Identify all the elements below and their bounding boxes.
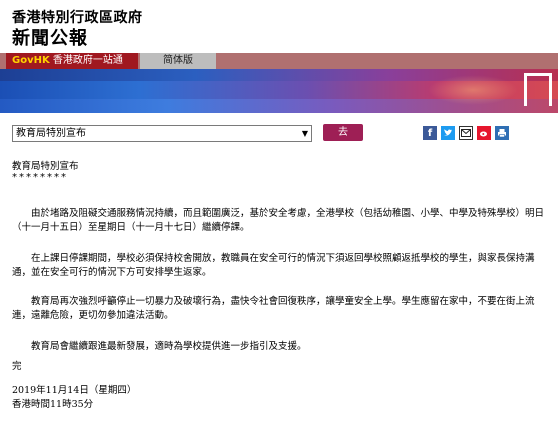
category-select[interactable]: 教育局特別宣布 ▼ xyxy=(12,125,312,142)
category-select-value: 教育局特別宣布 xyxy=(16,128,86,139)
go-button[interactable]: 去 xyxy=(323,124,363,141)
govhk-logo-text: GovHK xyxy=(12,55,50,66)
article-paragraph: 教育局會繼續跟進最新發展，適時為學校提供進一步指引及支援。 xyxy=(31,340,307,352)
weibo-icon[interactable] xyxy=(477,126,491,140)
print-icon[interactable] xyxy=(495,126,509,140)
share-icons: f xyxy=(423,126,509,140)
banner-glow xyxy=(428,75,518,105)
site-title[interactable]: 新聞公報 xyxy=(12,24,88,50)
end-mark: 完 xyxy=(12,361,22,372)
release-time: 香港時間11時35分 xyxy=(12,399,94,410)
title-separator: ******** xyxy=(12,172,68,183)
article-paragraph: 在上課日停課期間，學校必須保持校舍開放，教職員在安全可行的情況下須返回學校照顧返… xyxy=(12,252,535,278)
govhk-label: 香港政府一站通 xyxy=(52,55,123,66)
article-paragraph: 由於堵路及阻礙交通服務情況持續，而且範圍廣泛，基於安全考慮，全港學校（包括幼稚園… xyxy=(12,207,545,233)
simplified-chinese-link[interactable]: 简体版 xyxy=(140,53,216,69)
release-date: 2019年11月14日（星期四） xyxy=(12,385,137,396)
facebook-icon[interactable]: f xyxy=(423,126,437,140)
dropdown-arrow-icon: ▼ xyxy=(301,129,308,138)
goalpost-graphic xyxy=(524,73,552,106)
twitter-icon[interactable] xyxy=(441,126,455,140)
article-paragraph: 教育局再次強烈呼籲停止一切暴力及破壞行為，盡快令社會回復秩序，讓學童安全上學。學… xyxy=(12,295,535,321)
header-banner-image xyxy=(0,69,558,113)
email-icon[interactable] xyxy=(459,126,473,140)
page-header: 香港特別行政區政府 新聞公報 xyxy=(0,0,558,50)
article-title: 教育局特別宣布 xyxy=(12,161,79,172)
govhk-link[interactable]: GovHK 香港政府一站通 xyxy=(6,53,138,69)
